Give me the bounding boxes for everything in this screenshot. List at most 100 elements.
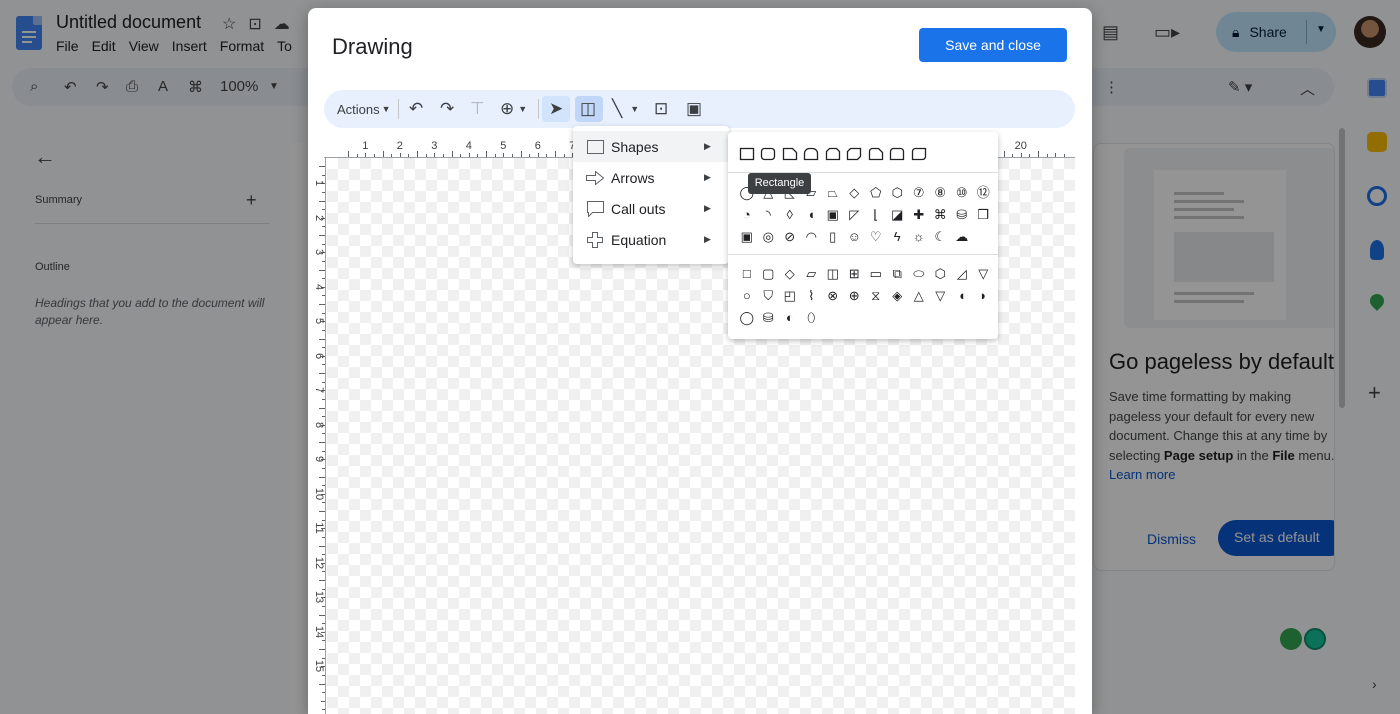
flowchart-terminator-icon[interactable]: ⬭ (908, 263, 930, 283)
flowchart-card-icon[interactable]: ◰ (779, 285, 801, 305)
flowchart-sort-icon[interactable]: ◈ (887, 285, 909, 305)
select-cursor-icon[interactable]: ➤ (549, 90, 563, 128)
paint-format-icon[interactable]: ⊤ (470, 90, 485, 128)
round-diagonal-shape-icon[interactable] (908, 144, 930, 164)
diamond-shape-icon[interactable]: ◇ (844, 182, 866, 202)
flowchart-summing-junction-icon[interactable]: ⊗ (822, 285, 844, 305)
snip-same-side-shape-icon[interactable] (822, 144, 844, 164)
round-top-rectangle-shape-icon[interactable] (801, 144, 823, 164)
ruler-tick (321, 700, 325, 702)
ruler-tick (319, 373, 325, 374)
rectangle-icon (585, 138, 605, 155)
actions-menu[interactable]: Actions ▼ (337, 90, 391, 128)
menu-item-arrows[interactable]: Arrows ▶ (573, 162, 729, 193)
teardrop-shape-icon[interactable]: ◊ (779, 204, 801, 224)
flowchart-connector-icon[interactable]: ○ (736, 285, 758, 305)
flowchart-process-icon[interactable]: □ (736, 263, 758, 283)
frame-shape-icon[interactable]: ▣ (822, 204, 844, 224)
zoom-icon[interactable]: ⊕ ▼ (500, 90, 527, 128)
text-box-icon[interactable]: ⊡ (654, 90, 668, 128)
bevel-shape-icon[interactable]: ▣ (736, 226, 758, 246)
diagonal-stripe-shape-icon[interactable]: ◪ (887, 204, 909, 224)
save-and-close-button[interactable]: Save and close (919, 28, 1067, 62)
submenu-arrow-icon: ▶ (704, 203, 711, 213)
decagon-shape-icon[interactable]: ⑩ (951, 182, 973, 202)
l-shape-icon[interactable]: ⌊ (865, 204, 887, 224)
plus-cross-icon (585, 231, 605, 248)
flowchart-offpage-connector-icon[interactable]: ⛉ (758, 285, 780, 305)
chord-shape-icon[interactable]: ◖ (801, 204, 823, 224)
arc-shape-icon[interactable]: ◝ (758, 204, 780, 224)
ruler-tick (365, 153, 367, 157)
redo-icon[interactable]: ↷ (440, 90, 454, 128)
flowchart-decision-icon[interactable]: ◇ (779, 263, 801, 283)
cross-shape-icon[interactable]: ✚ (908, 204, 930, 224)
shape-icon[interactable]: ◫ (580, 90, 596, 128)
flowchart-collate-icon[interactable]: ⧖ (865, 285, 887, 305)
ruler-tick (319, 649, 325, 650)
sun-shape-icon[interactable]: ☼ (908, 226, 930, 246)
can-shape-icon[interactable]: ⛁ (951, 204, 973, 224)
trapezoid-shape-icon[interactable]: ⏢ (822, 182, 844, 202)
ruler-tick (322, 709, 325, 711)
flowchart-data-icon[interactable]: ▱ (801, 263, 823, 283)
heart-shape-icon[interactable]: ♡ (865, 226, 887, 246)
flowchart-magnetic-disk-icon[interactable]: ⛁ (758, 307, 780, 327)
image-icon[interactable]: ▣ (686, 90, 702, 128)
flowchart-preparation-icon[interactable]: ⬡ (930, 263, 952, 283)
moon-shape-icon[interactable]: ☾ (930, 226, 952, 246)
menu-item-label: Equation (611, 231, 667, 248)
rounded-rectangle-shape-icon[interactable] (758, 144, 780, 164)
snip-diagonal-shape-icon[interactable] (844, 144, 866, 164)
ruler-label: 2 (313, 214, 325, 221)
block-arc-shape-icon[interactable]: ◠ (801, 226, 823, 246)
folded-corner-shape-icon[interactable]: ▯ (822, 226, 844, 246)
dodecagon-shape-icon[interactable]: ⑫ (973, 182, 995, 202)
menu-item-callouts[interactable]: Call outs ▶ (573, 193, 729, 224)
smiley-face-shape-icon[interactable]: ☺ (844, 226, 866, 246)
ruler-tick (322, 623, 325, 625)
round-same-side-shape-icon[interactable] (887, 144, 909, 164)
hexagon-shape-icon[interactable]: ⬡ (887, 182, 909, 202)
menu-item-shapes[interactable]: Shapes ▶ (573, 131, 729, 162)
flowchart-merge-icon[interactable]: ▽ (930, 285, 952, 305)
flowchart-sequential-access-icon[interactable]: ◯ (736, 307, 758, 327)
snip-round-shape-icon[interactable] (865, 144, 887, 164)
cube-shape-icon[interactable]: ❒ (973, 204, 995, 224)
undo-icon[interactable]: ↶ (409, 90, 423, 128)
flowchart-alternate-process-icon[interactable]: ▢ (758, 263, 780, 283)
flowchart-or-icon[interactable]: ⊕ (844, 285, 866, 305)
flowchart-document-icon[interactable]: ▭ (865, 263, 887, 283)
pentagon-shape-icon[interactable]: ⬠ (865, 182, 887, 202)
heptagon-shape-icon[interactable]: ⑦ (908, 182, 930, 202)
flowchart-stored-data-icon[interactable]: ◖ (951, 285, 973, 305)
ruler-tick (546, 154, 548, 157)
lightning-bolt-shape-icon[interactable]: ϟ (887, 226, 909, 246)
plaque-shape-icon[interactable]: ⌘ (930, 204, 952, 224)
line-icon[interactable]: ╲ ▼ (612, 90, 639, 128)
cloud-shape-icon[interactable]: ☁ (951, 226, 973, 246)
octagon-shape-icon[interactable]: ⑧ (930, 182, 952, 202)
flowchart-punched-tape-icon[interactable]: ⌇ (801, 285, 823, 305)
flowchart-manual-input-icon[interactable]: ◿ (951, 263, 973, 283)
ruler-tick (434, 153, 436, 157)
ruler-label: 5 (313, 318, 325, 325)
flowchart-multidocument-icon[interactable]: ⧉ (887, 263, 909, 283)
half-frame-shape-icon[interactable]: ◸ (844, 204, 866, 224)
rectangle-shape-icon[interactable] (736, 144, 758, 164)
ruler-tick (391, 154, 393, 157)
flowchart-direct-access-icon[interactable]: ◐ (779, 307, 801, 327)
flowchart-display-icon[interactable]: ⬯ (801, 307, 823, 327)
snip-corner-rectangle-shape-icon[interactable] (779, 144, 801, 164)
flowchart-extract-icon[interactable]: △ (908, 285, 930, 305)
flowchart-manual-operation-icon[interactable]: ▽ (973, 263, 995, 283)
no-symbol-shape-icon[interactable]: ⊘ (779, 226, 801, 246)
ruler-tick (322, 536, 325, 538)
shape-menu: Shapes ▶ Arrows ▶ Call outs ▶ Equation ▶ (573, 126, 729, 264)
flowchart-internal-storage-icon[interactable]: ⊞ (844, 263, 866, 283)
menu-item-equation[interactable]: Equation ▶ (573, 224, 729, 255)
donut-shape-icon[interactable]: ◎ (758, 226, 780, 246)
flowchart-predefined-process-icon[interactable]: ◫ (822, 263, 844, 283)
pie-shape-icon[interactable]: ◔ (736, 204, 758, 224)
flowchart-delay-icon[interactable]: ◗ (973, 285, 995, 305)
